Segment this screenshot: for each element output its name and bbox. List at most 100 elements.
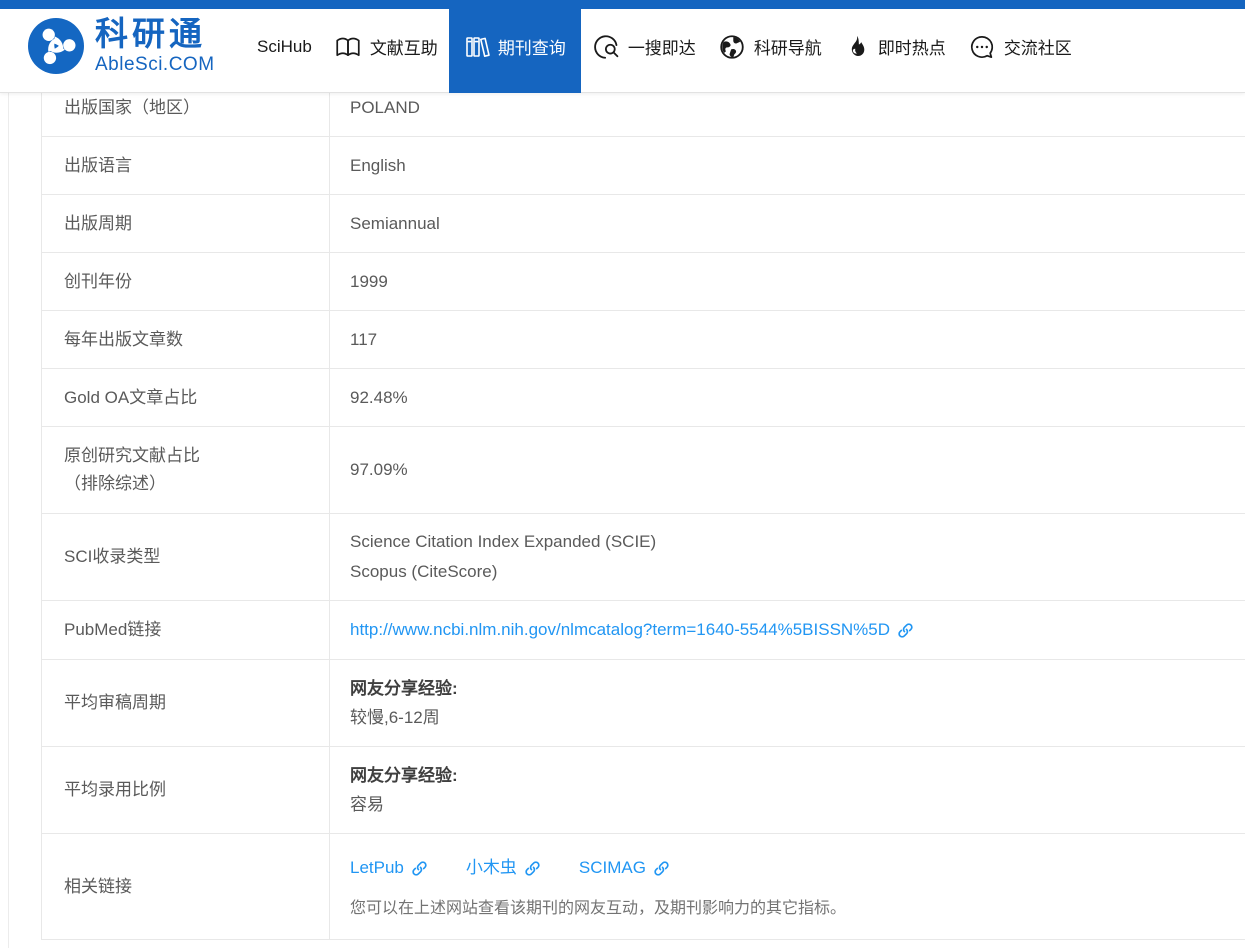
value-text-line1: Science Citation Index Expanded (SCIE) [350, 532, 657, 551]
row-label: Gold OA文章占比 [42, 369, 330, 426]
letpub-link[interactable]: LetPub [350, 853, 428, 883]
globe-icon [720, 34, 744, 59]
nav-item-research-nav[interactable]: 科研导航 [707, 0, 833, 93]
row-label: 平均审稿周期 [42, 660, 330, 746]
link-text: SCIMAG [578, 858, 646, 877]
related-links-note: 您可以在上述网站查看该期刊的网友互动，及期刊影响力的其它指标。 [350, 900, 847, 917]
nav-item-quick-search[interactable]: 一搜即达 [581, 0, 707, 93]
value-text: English [350, 155, 406, 175]
row-label: 相关链接 [42, 834, 330, 939]
value-text: POLAND [350, 97, 420, 117]
value-text: 1999 [350, 271, 388, 291]
table-row-publish-language: 出版语言 English [42, 137, 1245, 195]
nav-label: 期刊查询 [497, 39, 566, 58]
row-value: POLAND [330, 93, 1245, 136]
value-text: Semiannual [350, 213, 440, 233]
row-value: Science Citation Index Expanded (SCIE) S… [330, 514, 1245, 600]
label-text: 每年出版文章数 [64, 329, 183, 349]
table-row-articles-per-year: 每年出版文章数 117 [42, 311, 1245, 369]
link-text: LetPub [350, 858, 404, 877]
row-label: PubMed链接 [42, 601, 330, 659]
scimag-link[interactable]: SCIMAG [579, 853, 670, 883]
label-text: 出版周期 [64, 213, 132, 233]
brand-text: 科研通 AbleSci.COM [95, 14, 215, 76]
row-label: 出版周期 [42, 195, 330, 252]
site-header: 科研通 AbleSci.COM SciHub 文献互助 期刊查询 一搜即达 科研… [0, 0, 1245, 93]
label-text-line2: （排除综述） [64, 474, 166, 493]
table-row-related-links: 相关链接 LetPub 小木虫 SCIMAG 您可以在上述网站查看该期刊的网友互… [42, 834, 1245, 940]
nav-item-hot-topics[interactable]: 即时热点 [833, 0, 957, 93]
row-label: 平均录用比例 [42, 747, 330, 833]
row-label: 创刊年份 [42, 253, 330, 310]
table-row-gold-oa-ratio: Gold OA文章占比 92.48% [42, 369, 1245, 427]
nav-label: 交流社区 [1003, 39, 1072, 58]
nav-item-journal-query[interactable]: 期刊查询 [448, 0, 581, 93]
label-text: 出版国家（地区） [64, 97, 200, 117]
nav-label: 文献互助 [369, 39, 438, 58]
xiaomuchong-link[interactable]: 小木虫 [466, 853, 541, 883]
row-label: 出版语言 [42, 137, 330, 194]
table-row-review-cycle: 平均审稿周期 网友分享经验: 较慢,6-12周 [42, 660, 1245, 747]
label-text: 平均录用比例 [64, 780, 166, 799]
row-label: 原创研究文献占比 （排除综述） [42, 427, 330, 513]
label-text: Gold OA文章占比 [64, 387, 198, 407]
label-text: 平均审稿周期 [64, 693, 166, 712]
nav-item-community[interactable]: 交流社区 [957, 0, 1083, 93]
row-value: English [330, 137, 1245, 194]
pubmed-url-text: http://www.ncbi.nlm.nih.gov/nlmcatalog?t… [350, 620, 891, 639]
external-link-icon [654, 860, 669, 876]
table-row-original-research-ratio: 原创研究文献占比 （排除综述） 97.09% [42, 427, 1245, 514]
row-value: http://www.ncbi.nlm.nih.gov/nlmcatalog?t… [330, 601, 1245, 659]
row-value: 网友分享经验: 较慢,6-12周 [330, 660, 1245, 746]
table-row-acceptance-rate: 平均录用比例 网友分享经验: 容易 [42, 747, 1245, 834]
value-text-line2: Scopus (CiteScore) [350, 562, 498, 581]
external-link-icon [412, 860, 427, 876]
table-row-founding-year: 创刊年份 1999 [42, 253, 1245, 311]
table-row-publish-frequency: 出版周期 Semiannual [42, 195, 1245, 253]
label-text: SCI收录类型 [64, 547, 161, 566]
brand-domain: AbleSci.COM [95, 53, 215, 75]
row-value: 1999 [330, 253, 1245, 310]
nav-label: SciHub [257, 36, 312, 56]
row-label: 出版国家（地区） [42, 93, 330, 136]
search-circle-icon [593, 34, 619, 59]
label-text: 相关链接 [64, 876, 132, 896]
related-links-line: LetPub 小木虫 SCIMAG [350, 853, 1245, 883]
label-text: 原创研究文献占比 [64, 446, 200, 465]
value-text: 97.09% [350, 460, 408, 479]
ablesci-logo-icon [28, 18, 84, 75]
row-value: Semiannual [330, 195, 1245, 252]
flame-icon [851, 35, 865, 56]
journals-icon [466, 36, 490, 57]
open-book-icon [336, 37, 360, 56]
main-nav: SciHub 文献互助 期刊查询 一搜即达 科研导航 即时热点 交流社区 [246, 0, 1083, 93]
row-label: SCI收录类型 [42, 514, 330, 600]
row-value: 网友分享经验: 容易 [330, 747, 1245, 833]
external-link-icon [898, 622, 913, 638]
label-text: PubMed链接 [64, 620, 162, 639]
nav-label: 科研导航 [753, 39, 822, 58]
pubmed-url-link[interactable]: http://www.ncbi.nlm.nih.gov/nlmcatalog?t… [350, 615, 1245, 645]
nav-label: 即时热点 [877, 39, 946, 58]
journal-info-table: 出版国家（地区） POLAND 出版语言 English 出版周期 Semian… [41, 93, 1245, 940]
row-value: 117 [330, 311, 1245, 368]
nav-item-scihub[interactable]: SciHub [246, 0, 323, 93]
table-row-pubmed-link: PubMed链接 http://www.ncbi.nlm.nih.gov/nlm… [42, 601, 1245, 660]
label-text: 创刊年份 [64, 271, 132, 291]
brand-logo[interactable]: 科研通 AbleSci.COM [28, 14, 215, 76]
row-label: 每年出版文章数 [42, 311, 330, 368]
shared-experience-heading: 网友分享经验: [350, 766, 458, 785]
nav-label: 一搜即达 [627, 39, 696, 58]
value-text: 容易 [350, 795, 384, 814]
link-text: 小木虫 [465, 858, 517, 877]
value-text: 较慢,6-12周 [350, 708, 440, 727]
external-link-icon [525, 860, 540, 876]
table-row-publish-country: 出版国家（地区） POLAND [42, 93, 1245, 137]
nav-item-literature-help[interactable]: 文献互助 [323, 0, 449, 93]
shared-experience-heading: 网友分享经验: [350, 679, 458, 698]
chat-bubble-icon [970, 35, 993, 58]
row-value: LetPub 小木虫 SCIMAG 您可以在上述网站查看该期刊的网友互动，及期刊… [330, 834, 1245, 939]
journal-detail-page: 科研通 AbleSci.COM SciHub 文献互助 期刊查询 一搜即达 科研… [0, 0, 1245, 948]
value-text: 117 [350, 329, 378, 349]
brand-name-cn: 科研通 [95, 14, 206, 53]
